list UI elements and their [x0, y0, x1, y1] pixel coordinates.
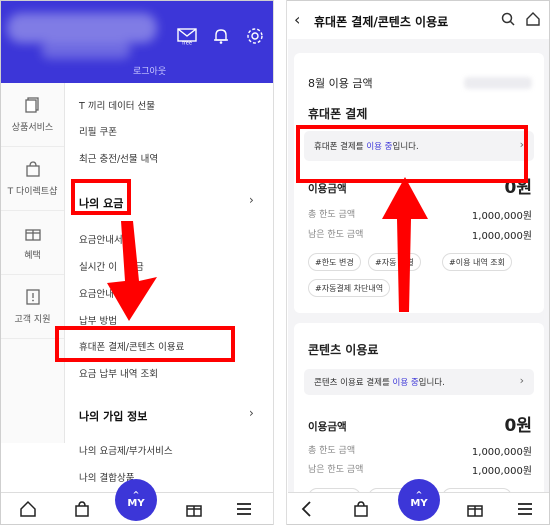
top-bar: ‹ 휴대폰 결제/콘텐츠 이용료: [288, 1, 549, 39]
highlight-box-phone-info: [296, 125, 528, 183]
back-arrow-icon[interactable]: ‹: [294, 10, 300, 29]
chevron-right-icon: ›: [519, 374, 524, 387]
sidebar-item-label: 상품서비스: [11, 123, 54, 133]
my-button[interactable]: ^ MY: [115, 479, 157, 521]
product-icon: [24, 97, 39, 113]
highlight-box-my-fee: [71, 179, 131, 215]
red-arrow-up: [382, 177, 428, 312]
menu-item-my-plan[interactable]: 나의 요금제/부가서비스: [79, 443, 173, 457]
menu-item-refill-coupon[interactable]: 리필 쿠폰: [79, 124, 117, 138]
gift-icon: [24, 229, 41, 241]
sidebar: 상품서비스 T 다이렉트샵 혜택 고객 지원: [1, 83, 65, 443]
bottom-nav: ^ MY: [288, 479, 549, 524]
usage-label: 이용금액: [308, 183, 347, 195]
usage-value: 0원: [504, 416, 532, 436]
blurred-profile-number: [41, 41, 131, 59]
sidebar-item-direct-shop[interactable]: T 다이렉트샵: [1, 147, 64, 211]
profile-header: free 로그아웃: [1, 1, 273, 83]
blurred-date: [464, 77, 532, 89]
gift-icon[interactable]: [185, 500, 203, 518]
logout-link[interactable]: 로그아웃: [133, 64, 166, 77]
usage-label: 이용금액: [308, 421, 347, 433]
total-limit-value: 1,000,000원: [471, 211, 532, 222]
back-arrow-icon[interactable]: [298, 500, 316, 518]
tag-auto-pay-block[interactable]: #자동결제 차단내역: [308, 279, 391, 297]
home-icon[interactable]: [525, 11, 541, 27]
red-arrow-down: [107, 221, 157, 321]
section-content-fee: 콘텐츠 이용료: [308, 343, 379, 357]
gear-icon[interactable]: [245, 27, 265, 45]
tag-limit-change[interactable]: #한도 변경: [308, 253, 361, 271]
bottom-nav: ^ MY: [1, 479, 273, 524]
chevron-right-icon: ›: [249, 193, 254, 207]
remain-limit-value: 1,000,000원: [471, 231, 532, 242]
menu-item-t-data-gift[interactable]: T 끼리 데이터 선물: [79, 98, 155, 112]
section-my-subscription[interactable]: 나의 가입 정보: [79, 408, 147, 424]
remain-limit-label: 남은 한도 금액: [308, 230, 364, 240]
menu-item-recent-charge[interactable]: 최근 충전/선물 내역: [79, 151, 158, 165]
tag-usage-history[interactable]: #이용 내역 조회: [442, 253, 512, 271]
total-limit-value: 1,000,000원: [471, 447, 532, 458]
highlight-box-phone-payment: [55, 326, 235, 362]
bell-icon[interactable]: [211, 27, 231, 45]
remain-limit-label: 남은 한도 금액: [308, 465, 364, 475]
total-limit-label: 총 한도 금액: [308, 446, 356, 456]
blurred-profile-name: [7, 13, 157, 43]
free-mail-icon[interactable]: free: [177, 27, 197, 45]
search-icon[interactable]: [501, 12, 515, 26]
shop-bag-icon[interactable]: [352, 500, 370, 518]
home-icon[interactable]: [19, 500, 37, 518]
payment-screen: ‹ 휴대폰 결제/콘텐츠 이용료 8월 이용 금액 휴대폰 결제 휴대폰 결제를…: [288, 1, 549, 524]
chevron-right-icon: ›: [249, 406, 254, 420]
shop-bag-icon[interactable]: [73, 500, 91, 518]
my-button[interactable]: ^ MY: [398, 479, 440, 521]
shop-bag-icon: [25, 161, 40, 177]
sidebar-item-label: T 다이렉트샵: [7, 187, 58, 197]
sidebar-item-label: 혜택: [24, 251, 41, 261]
sidebar-item-label: 고객 지원: [14, 315, 51, 325]
menu-item-payment-history[interactable]: 요금 납부 내역 조회: [79, 366, 158, 380]
sidebar-item-benefits[interactable]: 혜택: [1, 211, 64, 275]
total-limit-label: 총 한도 금액: [308, 210, 356, 220]
page-title: 휴대폰 결제/콘텐츠 이용료: [314, 15, 449, 29]
svg-text:free: free: [182, 41, 192, 46]
hamburger-menu-icon[interactable]: [516, 500, 534, 518]
content-payment-info[interactable]: 콘텐츠 이용료 결제를 이용 중입니다. ›: [304, 369, 534, 395]
sidebar-item-products[interactable]: 상품서비스: [1, 83, 64, 147]
panel-divider: [273, 0, 287, 525]
remain-limit-value: 1,000,000원: [471, 466, 532, 477]
gift-icon[interactable]: [466, 500, 484, 518]
menu-screen: free 로그아웃 상품서비스 T 다이렉트샵 혜택 고객 지원 T 끼리 데이…: [1, 1, 273, 524]
support-icon: [25, 289, 40, 305]
month-label: 8월 이용 금액: [308, 77, 373, 90]
section-phone-payment: 휴대폰 결제: [308, 107, 368, 121]
hamburger-menu-icon[interactable]: [235, 500, 253, 518]
